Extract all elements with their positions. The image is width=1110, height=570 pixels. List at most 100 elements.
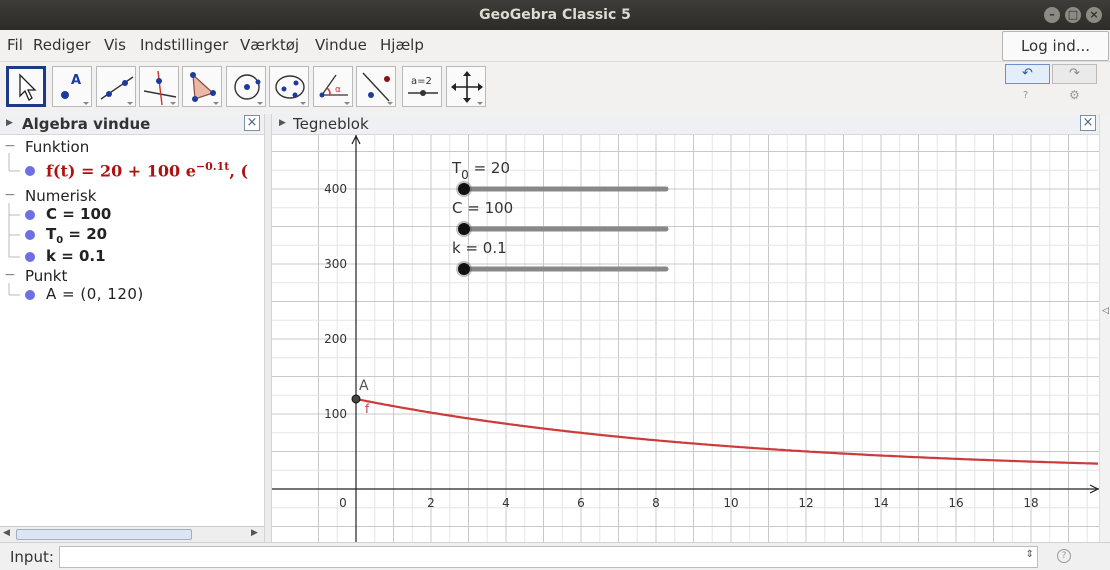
toolbar: A α a=2 ↶ ↷ ? ⚙ — [0, 62, 1110, 114]
slider-tool-button[interactable]: a=2 — [402, 66, 442, 107]
x-tick-label: 10 — [723, 496, 738, 510]
algebra-header: ▶ Algebra vindue × — [0, 114, 264, 135]
move-graphics-view-tool-button[interactable] — [446, 66, 486, 107]
menu-rediger[interactable]: Rediger — [33, 36, 91, 54]
graphics-header: ▶ Tegneblok × — [272, 114, 1099, 135]
help-icon[interactable]: ? — [1023, 90, 1028, 101]
slider-label: k = 0.1 — [452, 239, 507, 257]
menu-fil[interactable]: Fil — [7, 36, 23, 54]
login-button[interactable]: Log ind... — [1002, 31, 1109, 61]
cursor-arrow-icon — [19, 73, 37, 101]
visibility-toggle-c[interactable] — [25, 210, 35, 220]
reflect-tool-button[interactable] — [356, 66, 396, 107]
numeric-k[interactable]: k = 0.1 — [46, 247, 106, 265]
group-funktion: Funktion — [25, 138, 90, 156]
visibility-toggle-a[interactable] — [25, 290, 35, 300]
slider-knob[interactable] — [458, 223, 470, 235]
polygon-icon — [190, 72, 219, 105]
angle-icon: α — [319, 74, 350, 105]
panel-splitter[interactable] — [264, 114, 272, 542]
collapse-punkt-icon[interactable]: − — [4, 268, 16, 282]
maximize-icon[interactable]: □ — [1065, 7, 1081, 23]
menu-bar: Fil Rediger Vis Indstillinger Værktøj Vi… — [0, 30, 1110, 62]
menu-indstillinger[interactable]: Indstillinger — [140, 36, 228, 54]
expand-left-icon[interactable]: ◁ — [1102, 306, 1109, 316]
visibility-toggle-f[interactable] — [25, 166, 35, 176]
svg-text:α: α — [335, 85, 341, 95]
slider-label: C = 100 — [452, 199, 513, 217]
x-tick-label: 14 — [873, 496, 888, 510]
title-bar: GeoGebra Classic 5 – □ × — [0, 0, 1110, 30]
numeric-t0[interactable]: T0 = 20 — [46, 225, 107, 246]
point-icon: A — [61, 73, 89, 105]
circle-icon — [234, 74, 263, 105]
minimize-icon[interactable]: – — [1044, 7, 1060, 23]
move-tool-button[interactable] — [6, 66, 46, 107]
y-tick-label: 100 — [324, 407, 347, 421]
input-field[interactable]: ⇕ — [59, 546, 1038, 568]
angle-tool-button[interactable]: α — [313, 66, 353, 107]
t0-main: T — [46, 225, 57, 243]
polygon-tool-button[interactable] — [182, 66, 222, 107]
visibility-toggle-k[interactable] — [25, 252, 35, 262]
scroll-left-icon[interactable]: ◀ — [3, 528, 10, 538]
graphics-view[interactable]: 0 2 4 6 8 10 12 14 16 18100200300400fAT0 = 20C = … — [272, 135, 1099, 542]
function-exponent: −0.1t — [195, 160, 230, 173]
x-tick-label: 12 — [798, 496, 813, 510]
y-tick-label: 400 — [324, 182, 347, 196]
point-tool-button[interactable]: A — [52, 66, 92, 107]
function-f-row[interactable]: f(t) = 20 + 100 e−0.1t, ( — [46, 160, 248, 180]
perpendicular-line-icon — [143, 70, 177, 106]
collapse-numerisk-icon[interactable]: − — [4, 188, 16, 202]
x-tick-label: 2 — [427, 496, 435, 510]
input-dropdown-icon[interactable]: ⇕ — [1026, 549, 1034, 560]
slider-knob[interactable] — [458, 263, 470, 275]
x-tick-label: 18 — [1023, 496, 1038, 510]
scroll-right-icon[interactable]: ▶ — [251, 528, 258, 538]
collapse-triangle-icon[interactable]: ▶ — [6, 118, 13, 128]
point-a-label: A — [359, 378, 369, 394]
slider-knob[interactable] — [458, 183, 470, 195]
slider-icon: a=2 — [408, 76, 438, 96]
collapse-graphics-triangle-icon[interactable]: ▶ — [279, 118, 286, 128]
group-numerisk: Numerisk — [25, 187, 97, 205]
menu-hjaelp[interactable]: Hjælp — [380, 36, 424, 54]
function-definition: f(t) = 20 + 100 e — [46, 161, 196, 181]
input-help-icon[interactable]: ? — [1057, 549, 1071, 563]
collapse-funktion-icon[interactable]: − — [4, 139, 16, 153]
close-graphics-icon[interactable]: × — [1080, 115, 1096, 131]
side-panel-toggle[interactable]: ◁ — [1099, 114, 1110, 542]
menu-vis[interactable]: Vis — [104, 36, 126, 54]
ellipse-icon — [275, 75, 306, 105]
x-tick-label: 16 — [948, 496, 963, 510]
conic-tool-button[interactable] — [269, 66, 309, 107]
redo-button[interactable]: ↷ — [1052, 64, 1097, 84]
line-icon — [100, 76, 134, 105]
move-arrows-icon — [451, 71, 483, 105]
y-tick-label: 300 — [324, 257, 347, 271]
y-tick-label: 200 — [324, 332, 347, 346]
point-a-marker[interactable] — [351, 394, 361, 404]
undo-button[interactable]: ↶ — [1005, 64, 1050, 84]
x-tick-label: 8 — [652, 496, 660, 510]
x-tick-label: 4 — [502, 496, 510, 510]
scroll-thumb[interactable] — [16, 529, 192, 540]
window-controls: – □ × — [1044, 7, 1102, 23]
algebra-title: Algebra vindue — [22, 115, 151, 133]
menu-vaerktoj[interactable]: Værktøj — [240, 36, 299, 54]
close-window-icon[interactable]: × — [1086, 7, 1102, 23]
point-a[interactable]: A = (0, 120) — [46, 285, 144, 303]
line-tool-button[interactable] — [96, 66, 136, 107]
svg-text:A: A — [71, 73, 81, 88]
menu-vindue[interactable]: Vindue — [315, 36, 367, 54]
numeric-c[interactable]: C = 100 — [46, 205, 111, 223]
close-algebra-icon[interactable]: × — [244, 115, 260, 131]
visibility-toggle-t0[interactable] — [25, 230, 35, 240]
graphics-title: Tegneblok — [293, 115, 369, 133]
algebra-horizontal-scrollbar[interactable]: ◀ ▶ — [0, 526, 264, 542]
input-label: Input: — [10, 548, 54, 566]
perpendicular-line-tool-button[interactable] — [139, 66, 179, 107]
circle-tool-button[interactable] — [226, 66, 266, 107]
t0-rest: = 20 — [63, 225, 108, 243]
settings-gear-icon[interactable]: ⚙ — [1069, 88, 1080, 102]
